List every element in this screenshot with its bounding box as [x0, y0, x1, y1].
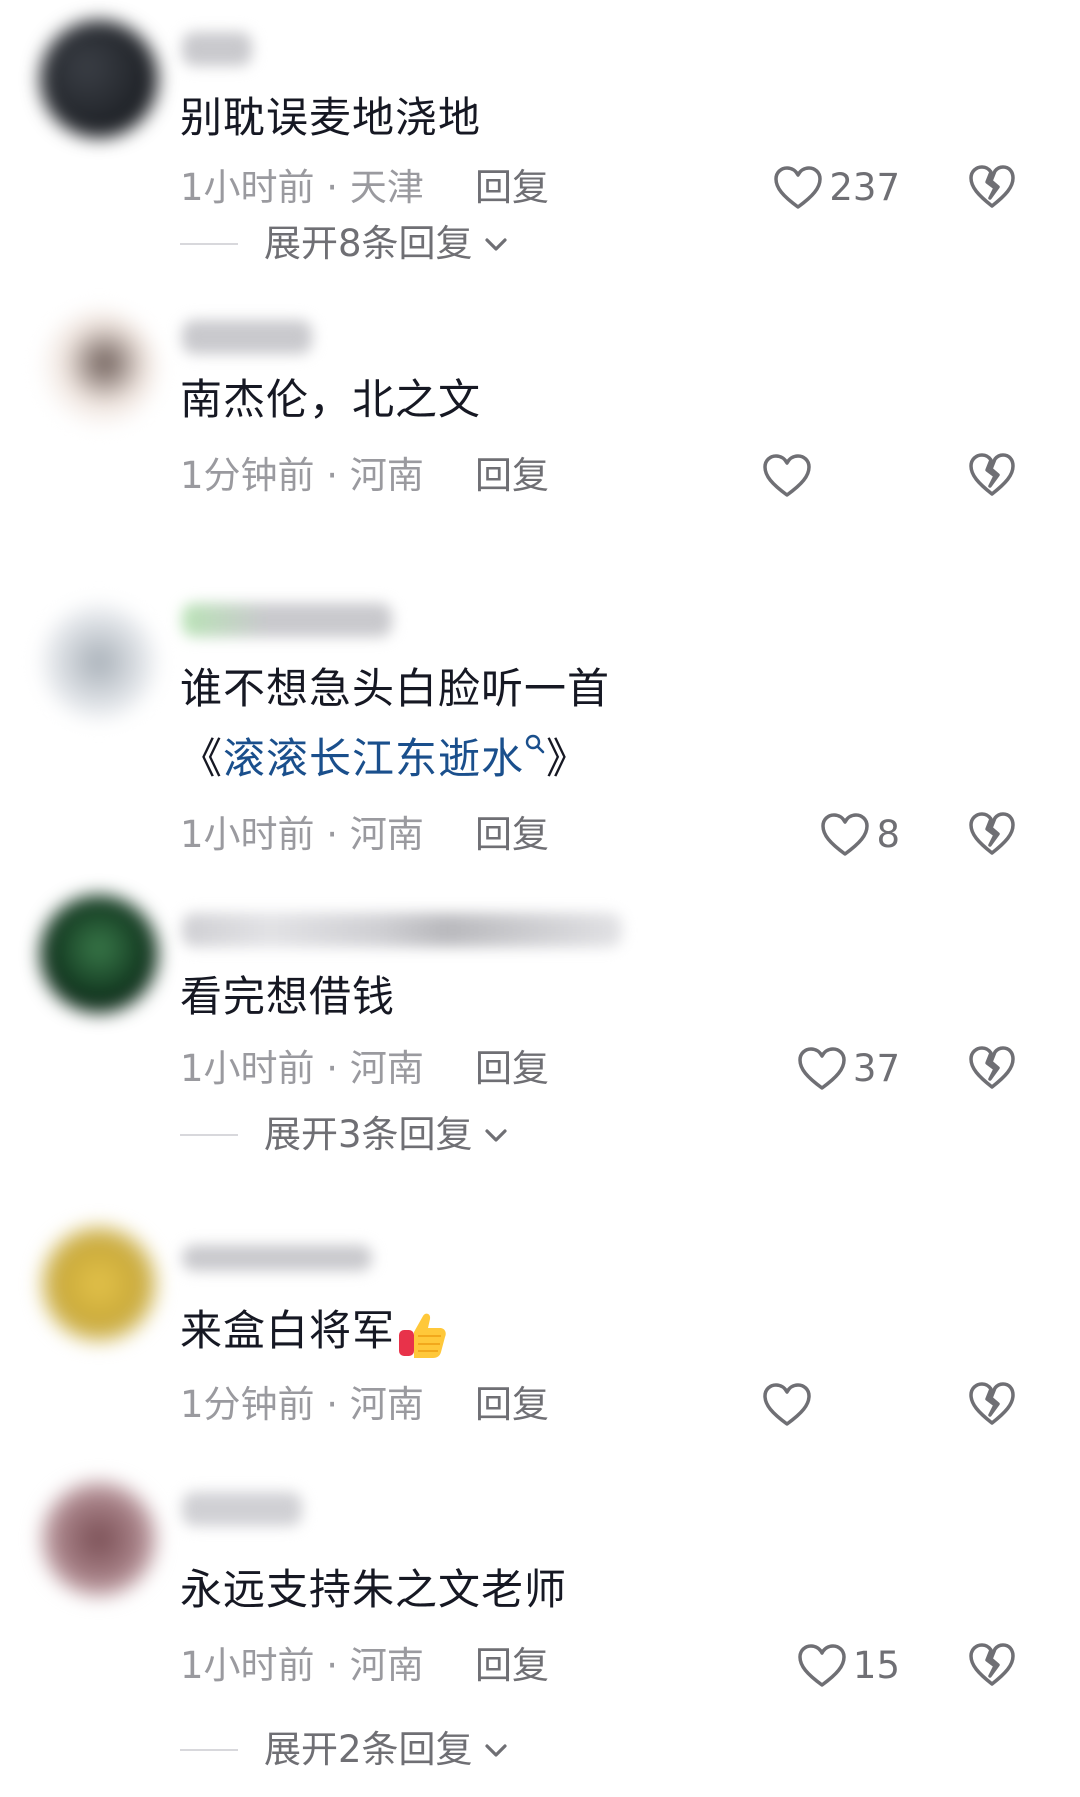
reply-button[interactable]: 回复	[475, 164, 549, 212]
chevron-down-icon	[484, 1129, 507, 1142]
search-icon[interactable]	[524, 733, 546, 755]
comment-time: 1分钟前	[180, 454, 315, 497]
comment-location: 河南	[349, 1383, 424, 1426]
reply-button[interactable]: 回复	[475, 811, 549, 859]
meta-separator: ·	[314, 1383, 350, 1426]
meta-separator: ·	[314, 1644, 350, 1687]
heart-icon	[773, 165, 823, 211]
chevron-down-icon	[484, 238, 507, 251]
meta-separator: ·	[314, 813, 350, 856]
like-button[interactable]	[762, 1379, 818, 1431]
username-blurred[interactable]	[182, 1245, 372, 1271]
expand-replies-button[interactable]: 展开3条回复	[180, 1111, 511, 1159]
comment-text: 别耽误麦地浇地	[180, 93, 482, 142]
expand-replies-label: 展开8条回复	[264, 222, 473, 265]
reply-button[interactable]: 回复	[475, 452, 549, 500]
avatar[interactable]	[40, 1225, 158, 1343]
like-button[interactable]	[762, 450, 818, 502]
divider	[180, 1134, 238, 1136]
avatar[interactable]	[40, 310, 158, 428]
broken-heart-icon[interactable]	[968, 1642, 1016, 1690]
username-blurred[interactable]	[182, 603, 392, 637]
comment-location: 河南	[349, 813, 424, 856]
comment-location: 河南	[349, 454, 424, 497]
like-count: 37	[852, 1047, 900, 1090]
heart-icon	[797, 1046, 847, 1092]
divider	[180, 1749, 238, 1751]
heart-icon	[762, 453, 812, 499]
comment-item: 看完想借钱 1小时前 · 河南 回复 37 展开3条回复	[0, 895, 1080, 1195]
broken-heart-icon[interactable]	[968, 164, 1016, 212]
comment-meta: 1小时前 · 天津	[180, 164, 424, 212]
heart-icon	[820, 812, 870, 858]
comment-location: 河南	[349, 1047, 424, 1090]
reply-button[interactable]: 回复	[475, 1642, 549, 1690]
comment-meta: 1分钟前 · 河南	[180, 1381, 424, 1429]
comment-meta: 1分钟前 · 河南	[180, 452, 424, 500]
song-link[interactable]: 滚滚长江东逝水	[223, 734, 524, 783]
username-blurred[interactable]	[182, 1492, 302, 1526]
like-button[interactable]: 37	[797, 1043, 900, 1095]
meta-separator: ·	[314, 454, 350, 497]
broken-heart-icon[interactable]	[968, 452, 1016, 500]
comment-meta: 1小时前 · 河南	[180, 1642, 424, 1690]
comment-meta: 1小时前 · 河南	[180, 811, 424, 859]
comment-text: 永远支持朱之文老师	[180, 1565, 568, 1614]
username-blurred[interactable]	[182, 320, 312, 354]
avatar[interactable]	[40, 20, 158, 138]
expand-replies-label: 展开3条回复	[264, 1113, 473, 1156]
comment-text-content: 来盒白将军	[180, 1306, 396, 1355]
like-count: 237	[829, 166, 900, 209]
avatar[interactable]	[40, 603, 158, 721]
comment-location: 河南	[349, 1644, 424, 1687]
divider	[180, 243, 238, 245]
expand-replies-label: 展开2条回复	[264, 1728, 473, 1771]
username-blurred[interactable]	[182, 913, 622, 947]
avatar[interactable]	[40, 1480, 158, 1598]
broken-heart-icon[interactable]	[968, 1045, 1016, 1093]
meta-separator: ·	[314, 1047, 350, 1090]
expand-replies-button[interactable]: 展开2条回复	[180, 1726, 511, 1774]
comment-meta: 1小时前 · 河南	[180, 1045, 424, 1093]
comment-item: 南杰伦，北之文 1分钟前 · 河南 回复	[0, 290, 1080, 510]
comment-text: 看完想借钱	[180, 972, 396, 1021]
username-blurred[interactable]	[182, 32, 252, 66]
comment-item: 别耽误麦地浇地 1小时前 · 天津 回复 237 展开8条回复	[0, 0, 1080, 290]
broken-heart-icon[interactable]	[968, 1381, 1016, 1429]
comment-time: 1小时前	[180, 1047, 315, 1090]
comment-text: 来盒白将军	[180, 1303, 447, 1360]
reply-button[interactable]: 回复	[475, 1045, 549, 1093]
thumbs-up-emoji-icon	[399, 1313, 446, 1358]
like-count: 15	[852, 1644, 900, 1687]
comment-item: 谁不想急头白脸听一首 《滚滚长江东逝水》 1小时前 · 河南 回复 8	[0, 585, 1080, 885]
like-button[interactable]: 237	[773, 162, 900, 214]
meta-separator: ·	[314, 166, 350, 209]
quote-close: 》	[546, 734, 590, 783]
expand-replies-button[interactable]: 展开8条回复	[180, 220, 511, 268]
comment-time: 1小时前	[180, 166, 315, 209]
comment-text: 谁不想急头白脸听一首	[180, 664, 611, 713]
chevron-down-icon	[484, 1744, 507, 1757]
heart-icon	[762, 1382, 812, 1428]
comment-item: 来盒白将军 1分钟前 · 河南 回复	[0, 1225, 1080, 1455]
comment-location: 天津	[349, 166, 424, 209]
reply-button[interactable]: 回复	[475, 1381, 549, 1429]
avatar[interactable]	[40, 895, 158, 1013]
heart-icon	[797, 1643, 847, 1689]
like-count: 8	[876, 813, 900, 856]
like-button[interactable]: 15	[797, 1640, 900, 1692]
comment-time: 1小时前	[180, 1644, 315, 1687]
comment-text-line2: 《滚滚长江东逝水》	[180, 731, 589, 787]
broken-heart-icon[interactable]	[968, 811, 1016, 859]
comment-time: 1分钟前	[180, 1383, 315, 1426]
comment-text: 南杰伦，北之文	[180, 375, 482, 424]
quote-open: 《	[180, 734, 224, 783]
comment-time: 1小时前	[180, 813, 315, 856]
comment-item: 永远支持朱之文老师 1小时前 · 河南 回复 15 展开2条回复	[0, 1470, 1080, 1797]
like-button[interactable]: 8	[820, 809, 900, 861]
